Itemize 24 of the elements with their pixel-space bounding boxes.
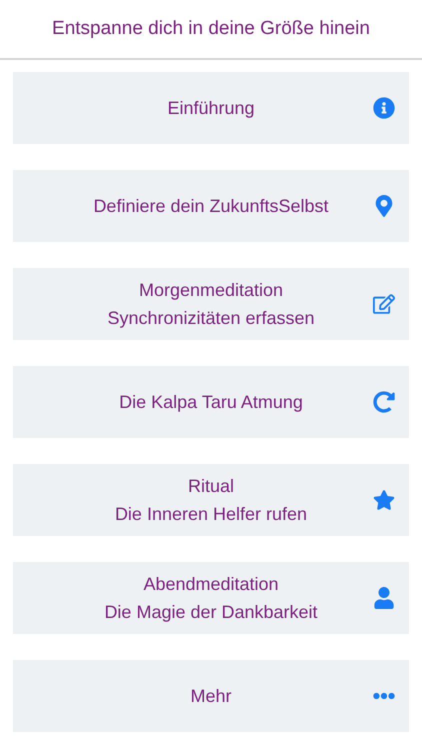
menu-item[interactable]: Abendmeditation Die Magie der Dankbarkeit <box>13 562 409 634</box>
info-icon <box>373 97 395 119</box>
menu-item-label: Die Inneren Helfer rufen <box>114 503 308 526</box>
map-pin-icon <box>373 195 395 217</box>
menu-item[interactable]: Mehr <box>13 660 409 732</box>
menu-item-label: Mehr <box>190 685 232 708</box>
menu-item-label: Definiere dein ZukunftsSelbst <box>93 195 329 218</box>
menu-item[interactable]: Morgenmeditation Synchronizitäten erfassen <box>13 268 409 340</box>
person-icon <box>373 587 395 609</box>
star-icon <box>373 489 395 511</box>
menu-item[interactable]: Ritual Die Inneren Helfer rufen <box>13 464 409 536</box>
menu-item-label: Die Kalpa Taru Atmung <box>119 391 303 414</box>
menu-item[interactable]: Definiere dein ZukunftsSelbst <box>13 170 409 242</box>
menu-item-label: Einführung <box>167 97 255 120</box>
menu-item-label: Die Magie der Dankbarkeit <box>104 601 318 624</box>
menu-item-label: Ritual <box>188 475 234 498</box>
redo-icon <box>373 391 395 413</box>
menu-item-label: Morgenmeditation <box>138 279 284 302</box>
menu-item[interactable]: Einführung <box>13 72 409 144</box>
menu-item[interactable]: Die Kalpa Taru Atmung <box>13 366 409 438</box>
menu-item-label: Synchronizitäten erfassen <box>107 307 315 330</box>
edit-icon <box>373 293 395 315</box>
menu-item-label: Abendmeditation <box>143 573 279 596</box>
page-title: Entspanne dich in deine Größe hinein <box>52 16 370 41</box>
